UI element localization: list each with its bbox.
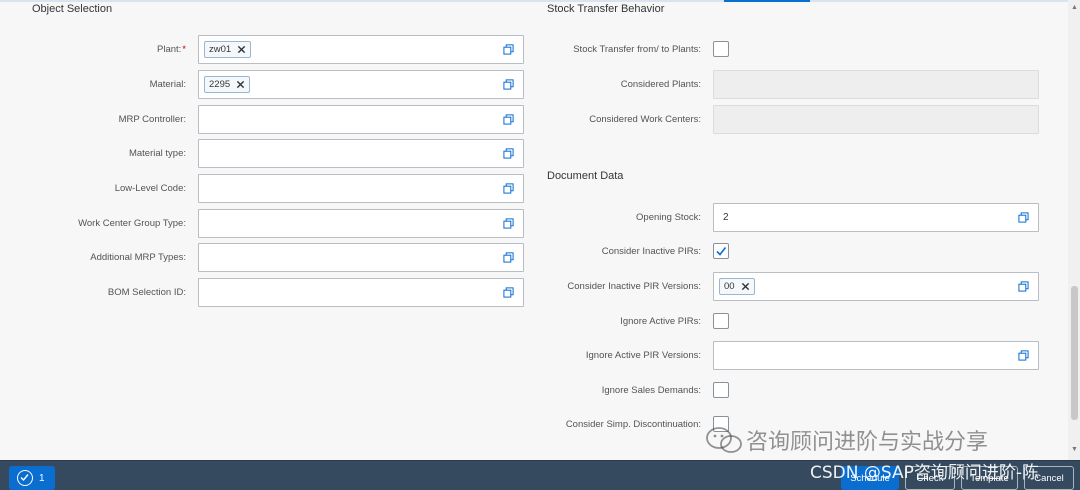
close-icon[interactable] — [236, 80, 245, 89]
considered-plants-label: Considered Plants: — [620, 78, 701, 90]
plant-label-text: Plant: — [157, 43, 182, 55]
consider-inactive-pirs-checkbox[interactable] — [713, 243, 729, 259]
pir-version-token[interactable]: 00 — [719, 277, 755, 295]
ignore-active-pirs-checkbox[interactable] — [713, 313, 729, 329]
bom-selection-id-input[interactable] — [198, 277, 524, 307]
consider-inactive-pirs-label: Consider Inactive PIRs: — [601, 245, 701, 257]
work-center-group-type-label: Work Center Group Type: — [78, 217, 186, 229]
opening-stock-value: 2 — [723, 211, 729, 223]
form-row-material-type: Material type: — [0, 138, 524, 168]
consider-inactive-pir-versions-label: Consider Inactive PIR Versions: — [567, 280, 701, 292]
form-row-ignore-sales-demands: Ignore Sales Demands: — [520, 375, 729, 405]
plant-input[interactable]: zw01 — [198, 34, 524, 64]
value-help-icon[interactable] — [503, 182, 514, 194]
value-help-icon[interactable] — [1018, 211, 1029, 223]
additional-mrp-types-label: Additional MRP Types: — [90, 251, 186, 263]
opening-stock-label: Opening Stock: — [636, 211, 701, 223]
active-tab-indicator — [724, 0, 810, 2]
value-help-icon[interactable] — [503, 286, 514, 298]
material-label: Material: — [149, 78, 186, 90]
ignore-active-pir-versions-label: Ignore Active PIR Versions: — [585, 349, 701, 361]
bom-selection-id-label: BOM Selection ID: — [107, 286, 186, 298]
form-row-low-level-code: Low-Level Code: — [0, 173, 524, 203]
messages-button[interactable]: 1 — [9, 466, 55, 490]
form-row-consider-inactive-pirs: Consider Inactive PIRs: — [520, 236, 729, 266]
form-row-material: Material: 2295 — [0, 69, 524, 99]
material-type-label: Material type: — [128, 147, 186, 159]
considered-work-centers-input — [713, 104, 1039, 134]
form-row-opening-stock: Opening Stock: 2 — [520, 202, 1039, 232]
material-input[interactable]: 2295 — [198, 69, 524, 99]
ignore-sales-demands-checkbox[interactable] — [713, 382, 729, 398]
material-token-text: 2295 — [209, 78, 231, 90]
value-help-icon[interactable] — [503, 147, 514, 159]
form-row-plant: Plant:* zw01 — [0, 34, 524, 64]
form-row-ignore-active-pir-versions: Ignore Active PIR Versions: — [520, 340, 1039, 370]
consider-simp-discontinuation-label: Consider Simp. Discontinuation: — [565, 418, 701, 430]
watermark-text-1: 咨询顾问进阶与实战分享 — [746, 430, 989, 455]
app-page: Object Selection Plant:* zw01 Material: … — [0, 0, 1080, 490]
section-title-stock-transfer-behavior: Stock Transfer Behavior — [547, 3, 665, 15]
low-level-code-input[interactable] — [198, 173, 524, 203]
considered-work-centers-label: Considered Work Centers: — [589, 113, 701, 125]
form-row-consider-simp-discontinuation: Consider Simp. Discontinuation: — [520, 409, 729, 439]
value-help-icon[interactable] — [503, 43, 514, 55]
header-divider — [0, 0, 1080, 2]
mrp-controller-label: MRP Controller: — [118, 113, 186, 125]
form-row-consider-inactive-pir-versions: Consider Inactive PIR Versions: 00 — [520, 271, 1039, 301]
stock-transfer-checkbox[interactable] — [713, 41, 729, 57]
plant-token-text: zw01 — [209, 43, 232, 55]
section-title-object-selection: Object Selection — [32, 3, 113, 15]
material-token[interactable]: 2295 — [204, 75, 251, 93]
pir-version-token-text: 00 — [724, 280, 735, 292]
plant-token[interactable]: zw01 — [204, 40, 252, 58]
stock-transfer-label: Stock Transfer from/ to Plants: — [573, 43, 701, 55]
form-row-ignore-active-pirs: Ignore Active PIRs: — [520, 306, 729, 336]
plant-label: Plant:* — [0, 44, 198, 55]
ignore-active-pir-versions-input[interactable] — [713, 340, 1039, 370]
ignore-active-pirs-label: Ignore Active PIRs: — [620, 315, 701, 327]
section-title-document-data: Document Data — [547, 170, 624, 182]
additional-mrp-types-input[interactable] — [198, 242, 524, 272]
watermark-wechat: 咨询顾问进阶与实战分享 — [704, 424, 988, 456]
scroll-up-arrow-icon[interactable]: ▲ — [1071, 4, 1078, 11]
ignore-sales-demands-label: Ignore Sales Demands: — [601, 384, 701, 396]
consider-inactive-pir-versions-input[interactable]: 00 — [713, 271, 1039, 301]
scrollbar-thumb[interactable] — [1071, 286, 1078, 420]
form-row-stock-transfer: Stock Transfer from/ to Plants: — [520, 34, 729, 64]
form-row-additional-mrp-types: Additional MRP Types: — [0, 242, 524, 272]
work-center-group-type-input[interactable] — [198, 208, 524, 238]
value-help-icon[interactable] — [1018, 280, 1029, 292]
value-help-icon[interactable] — [1018, 349, 1029, 361]
form-row-considered-plants: Considered Plants: — [520, 69, 1039, 99]
low-level-code-label: Low-Level Code: — [114, 182, 186, 194]
value-help-icon[interactable] — [503, 113, 514, 125]
wechat-icon — [706, 427, 742, 453]
message-check-icon — [17, 470, 33, 486]
value-help-icon[interactable] — [503, 78, 514, 90]
required-marker: * — [182, 43, 186, 55]
form-row-work-center-group-type: Work Center Group Type: — [0, 208, 524, 238]
checkmark-icon — [716, 247, 727, 256]
form-row-considered-work-centers: Considered Work Centers: — [520, 104, 1039, 134]
watermark-text-2: CSDN @SAP咨询顾问进阶-陈 — [810, 463, 1039, 483]
mrp-controller-input[interactable] — [198, 104, 524, 134]
form-row-mrp-controller: MRP Controller: — [0, 104, 524, 134]
message-count: 1 — [39, 472, 45, 484]
opening-stock-input[interactable]: 2 — [713, 202, 1039, 232]
considered-plants-input — [713, 69, 1039, 99]
value-help-icon[interactable] — [503, 217, 514, 229]
value-help-icon[interactable] — [503, 251, 514, 263]
scroll-down-arrow-icon[interactable]: ▼ — [1071, 446, 1078, 453]
form-row-bom-selection-id: BOM Selection ID: — [0, 277, 524, 307]
material-type-input[interactable] — [198, 138, 524, 168]
close-icon[interactable] — [741, 282, 750, 291]
close-icon[interactable] — [237, 45, 246, 54]
